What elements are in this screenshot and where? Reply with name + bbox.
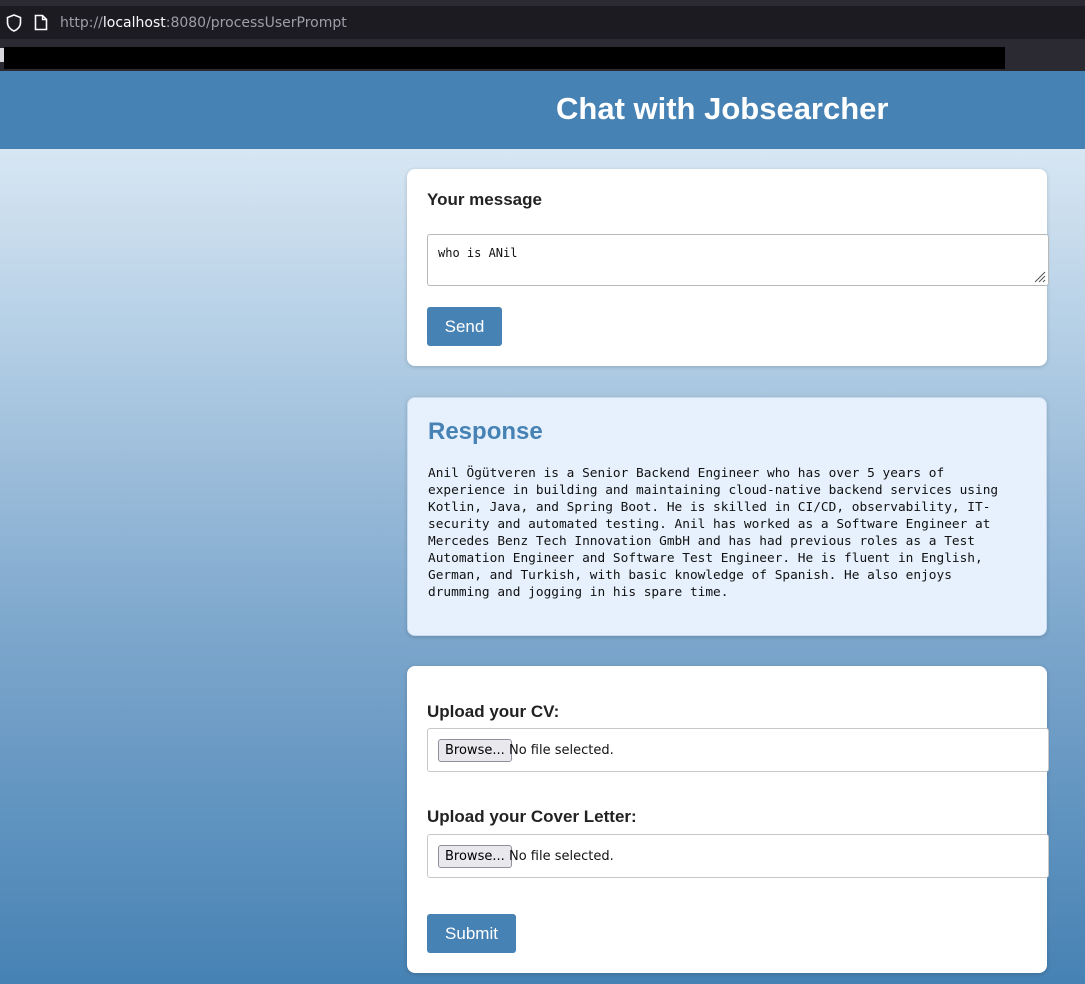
response-line: experience in building and maintaining c… xyxy=(428,483,999,498)
resize-grip-icon[interactable] xyxy=(1034,271,1046,283)
response-line: Kotlin, Java, and Spring Boot. He is ski… xyxy=(428,500,991,515)
response-line: Mercedes Benz Tech Innovation GmbH and h… xyxy=(428,534,976,549)
response-line: German, and Turkish, with basic knowledg… xyxy=(428,568,952,583)
page-body: Chat with Jobsearcher Your message who i… xyxy=(0,71,1085,984)
page-header: Chat with Jobsearcher xyxy=(0,71,1085,149)
cover-letter-file-input[interactable]: Browse... No file selected. xyxy=(427,834,1049,878)
cv-browse-button[interactable]: Browse... xyxy=(438,739,512,762)
cover-letter-browse-button[interactable]: Browse... xyxy=(438,845,512,868)
send-button[interactable]: Send xyxy=(427,307,502,346)
cv-file-status: No file selected. xyxy=(509,743,614,758)
response-line: Automation Engineer and Software Test En… xyxy=(428,551,983,566)
cv-file-input[interactable]: Browse... No file selected. xyxy=(427,728,1049,772)
cv-upload-label: Upload your CV: xyxy=(427,702,560,721)
cover-letter-file-status: No file selected. xyxy=(509,849,614,864)
bookmarks-bar xyxy=(0,39,1085,71)
message-input[interactable]: who is ANil xyxy=(427,234,1049,286)
response-heading: Response xyxy=(428,418,543,445)
message-form: Your message who is ANil Send xyxy=(407,169,1049,366)
page-title: Chat with Jobsearcher xyxy=(556,91,889,126)
message-label: Your message xyxy=(427,190,542,209)
submit-button[interactable]: Submit xyxy=(427,914,516,953)
page-icon xyxy=(34,14,48,31)
url-text[interactable]: http://localhost:8080/processUserPrompt xyxy=(60,15,347,31)
response-text: Anil Ögütveren is a Senior Backend Engin… xyxy=(428,465,1028,601)
redacted-area xyxy=(4,47,1005,69)
response-line: security and automated testing. Anil has… xyxy=(428,517,991,532)
response-panel: Response Anil Ögütveren is a Senior Back… xyxy=(407,397,1047,636)
cover-letter-upload-label: Upload your Cover Letter: xyxy=(427,807,637,826)
upload-form: Upload your CV: Browse... No file select… xyxy=(407,666,1049,973)
address-bar[interactable]: http://localhost:8080/processUserPrompt xyxy=(0,6,1085,39)
shield-icon[interactable] xyxy=(6,14,22,32)
response-line: drumming and jogging in his spare time. xyxy=(428,585,729,600)
response-line: Anil Ögütveren is a Senior Backend Engin… xyxy=(428,466,945,481)
message-input-value: who is ANil xyxy=(438,246,518,260)
